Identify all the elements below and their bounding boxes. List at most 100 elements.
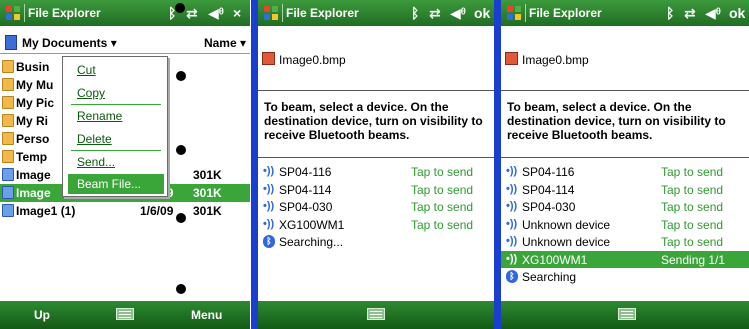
menu-item-rename[interactable]: Rename bbox=[68, 106, 164, 126]
context-menu: Cut Copy Rename Delete Send... Beam File… bbox=[62, 56, 168, 197]
file-name: My Ri bbox=[16, 114, 49, 128]
device-row[interactable]: •)) SP04-030 Tap to send bbox=[501, 198, 749, 215]
device-action[interactable]: Tap to send bbox=[411, 218, 473, 232]
folder-bar: My Documents ▾ Name ▾ bbox=[0, 32, 250, 54]
device-name: Unknown device bbox=[522, 235, 611, 249]
device-row[interactable]: •)) XG100WM1 Tap to send bbox=[258, 216, 494, 233]
keyboard-icon[interactable] bbox=[618, 308, 636, 320]
image-file-icon bbox=[2, 186, 14, 199]
search-status-row: ᛒ Searching bbox=[501, 268, 749, 285]
device-action[interactable]: Tap to send bbox=[411, 183, 473, 197]
device-row[interactable]: •)) SP04-114 Tap to send bbox=[258, 181, 494, 198]
menu-item-beam-file[interactable]: Beam File... bbox=[68, 174, 164, 194]
device-row[interactable]: •)) Unknown device Tap to send bbox=[501, 216, 749, 233]
connectivity-icon[interactable]: ⇄ bbox=[684, 4, 696, 22]
callout-dot bbox=[176, 71, 186, 81]
bluetooth-signal-icon: •)) bbox=[506, 235, 518, 247]
volume-icon[interactable]: ◀ᶿ bbox=[450, 4, 466, 22]
ok-button[interactable]: ok bbox=[474, 4, 490, 22]
ok-button[interactable]: ok bbox=[729, 4, 745, 22]
search-status: Searching bbox=[522, 270, 577, 284]
title-divider bbox=[525, 4, 526, 22]
device-name: XG100WM1 bbox=[279, 217, 345, 232]
device-row[interactable]: •)) SP04-116 Tap to send bbox=[258, 163, 494, 180]
file-size: 301K bbox=[193, 168, 222, 182]
device-row[interactable]: •)) SP04-114 Tap to send bbox=[501, 181, 749, 198]
file-date: 1/6/09 bbox=[140, 204, 174, 218]
window-title: File Explorer bbox=[529, 6, 602, 20]
search-status-row: ᛒ Searching... bbox=[258, 233, 494, 250]
folder-icon bbox=[2, 150, 14, 163]
device-action[interactable]: Tap to send bbox=[661, 200, 723, 214]
volume-icon[interactable]: ◀ᶿ bbox=[208, 4, 224, 22]
image-file-icon bbox=[2, 204, 14, 217]
device-row[interactable]: •)) XG100WM1 Sending 1/1 bbox=[501, 250, 749, 268]
menu-item-send[interactable]: Send... bbox=[68, 152, 164, 172]
menu-item-delete[interactable]: Delete bbox=[68, 129, 164, 149]
bluetooth-signal-icon: •)) bbox=[263, 182, 275, 195]
volume-icon[interactable]: ◀ᶿ bbox=[705, 4, 721, 22]
device-action[interactable]: Tap to send bbox=[411, 200, 473, 214]
device-action[interactable]: Tap to send bbox=[661, 218, 723, 232]
file-explorer-panel: File Explorer ᛒ ⇄ ◀ᶿ × My Documents ▾ Na… bbox=[0, 0, 250, 329]
title-bar: File Explorer ᛒ ⇄ ◀ᶿ ok bbox=[258, 0, 494, 26]
menu-separator bbox=[71, 150, 161, 151]
divider-line bbox=[501, 157, 749, 158]
softkey-bar bbox=[258, 301, 494, 329]
keyboard-icon[interactable] bbox=[116, 308, 134, 320]
device-row[interactable]: •)) SP04-116 Tap to send bbox=[501, 163, 749, 180]
softkey-menu[interactable]: Menu bbox=[191, 308, 222, 322]
device-action[interactable]: Tap to send bbox=[411, 165, 473, 179]
device-row[interactable]: •)) Unknown device Tap to send bbox=[501, 233, 749, 250]
file-size: 301K bbox=[193, 186, 222, 200]
menu-separator bbox=[71, 104, 161, 105]
file-name: Image bbox=[16, 168, 51, 182]
bluetooth-signal-icon: •)) bbox=[263, 217, 275, 230]
device-name: SP04-030 bbox=[279, 200, 333, 214]
device-action[interactable]: Tap to send bbox=[661, 165, 723, 179]
close-button[interactable]: × bbox=[233, 4, 241, 22]
folder-dropdown[interactable]: My Documents ▾ bbox=[22, 36, 117, 50]
title-bar: File Explorer ᛒ ⇄ ◀ᶿ × bbox=[0, 0, 250, 26]
device-name: Unknown device bbox=[522, 217, 611, 232]
panel-divider bbox=[494, 0, 501, 329]
search-status: Searching... bbox=[279, 235, 344, 249]
beam-file-row: Image0.bmp bbox=[501, 48, 749, 70]
file-name: My Pic bbox=[16, 96, 55, 110]
connectivity-icon[interactable]: ⇄ bbox=[186, 4, 198, 22]
bluetooth-signal-icon: •)) bbox=[506, 252, 518, 265]
divider-line bbox=[258, 90, 494, 91]
connectivity-icon[interactable]: ⇄ bbox=[429, 4, 441, 22]
bluetooth-signal-icon: •)) bbox=[263, 165, 275, 177]
device-action[interactable]: Sending 1/1 bbox=[661, 253, 725, 267]
beam-file-name: Image0.bmp bbox=[522, 53, 589, 67]
windows-start-icon[interactable] bbox=[5, 5, 21, 21]
device-name: SP04-116 bbox=[279, 165, 332, 179]
windows-start-icon[interactable] bbox=[263, 5, 279, 21]
bluetooth-icon[interactable]: ᛒ bbox=[411, 4, 419, 22]
window-title: File Explorer bbox=[28, 6, 101, 20]
file-size: 301K bbox=[193, 204, 222, 218]
sort-dropdown[interactable]: Name ▾ bbox=[204, 36, 246, 50]
bluetooth-signal-icon: •)) bbox=[506, 165, 518, 177]
bluetooth-icon[interactable]: ᛒ bbox=[666, 4, 674, 22]
keyboard-icon[interactable] bbox=[367, 308, 385, 320]
device-action[interactable]: Tap to send bbox=[661, 183, 723, 197]
device-action[interactable]: Tap to send bbox=[661, 235, 723, 249]
file-row[interactable]: Image1 (1) 1/6/09 301K bbox=[0, 202, 250, 220]
softkey-up[interactable]: Up bbox=[34, 308, 50, 322]
file-name: Busin bbox=[16, 60, 50, 74]
callout-dot bbox=[176, 284, 186, 294]
file-name: My Mu bbox=[16, 78, 54, 92]
bluetooth-icon: ᛒ bbox=[506, 270, 518, 283]
device-name: SP04-030 bbox=[522, 200, 576, 214]
beam-panel-sending: File Explorer ᛒ ⇄ ◀ᶿ ok Image0.bmp To be… bbox=[501, 0, 749, 329]
bitmap-file-icon bbox=[262, 52, 275, 65]
device-row[interactable]: •)) SP04-030 Tap to send bbox=[258, 198, 494, 215]
menu-item-copy[interactable]: Copy bbox=[68, 83, 164, 103]
menu-item-cut[interactable]: Cut bbox=[68, 60, 164, 80]
softkey-bar bbox=[501, 301, 749, 329]
windows-start-icon[interactable] bbox=[506, 5, 522, 21]
file-name: Temp bbox=[16, 150, 48, 164]
divider-line bbox=[258, 157, 494, 158]
